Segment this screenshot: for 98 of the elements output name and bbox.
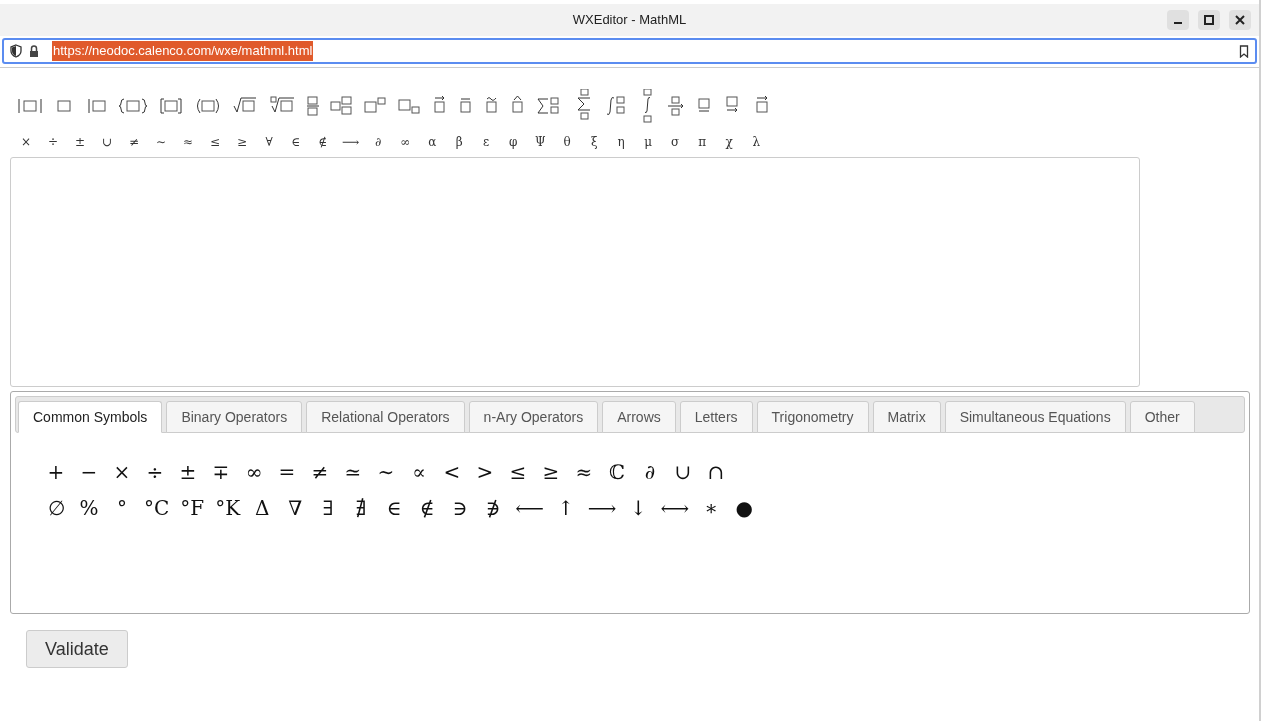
- shield-icon: [10, 44, 22, 58]
- symbol-button[interactable]: ∂: [370, 133, 387, 151]
- tab[interactable]: n-Ary Operators: [468, 401, 599, 433]
- symbol-button[interactable]: ×: [111, 458, 133, 486]
- symbol-button[interactable]: ∉: [416, 494, 439, 522]
- symbol-button[interactable]: ∼: [153, 133, 169, 151]
- symbol-button[interactable]: μ: [640, 133, 657, 151]
- braces-template-icon[interactable]: [118, 95, 148, 117]
- symbol-button[interactable]: ≤: [507, 458, 529, 486]
- address-bar[interactable]: https://neodoc.calenco.com/wxe/mathml.html: [2, 38, 1257, 64]
- symbol-button[interactable]: +: [45, 458, 67, 486]
- symbol-button[interactable]: >: [474, 458, 496, 486]
- symbol-button[interactable]: =: [276, 458, 298, 486]
- symbol-button[interactable]: ÷: [45, 133, 61, 151]
- symbol-button[interactable]: %: [78, 494, 100, 522]
- symbol-button[interactable]: ⟷: [660, 494, 690, 522]
- minimize-button[interactable]: [1167, 10, 1189, 30]
- close-icon: [1235, 15, 1245, 25]
- symbol-button[interactable]: ≈: [573, 458, 595, 486]
- symbol-button[interactable]: β: [451, 133, 468, 151]
- symbol-button[interactable]: α: [424, 133, 441, 151]
- symbol-button[interactable]: ≈: [180, 133, 196, 151]
- symbol-button[interactable]: ∇: [284, 494, 307, 522]
- symbol-button[interactable]: ≠: [126, 133, 142, 151]
- close-button[interactable]: [1229, 10, 1251, 30]
- symbol-button[interactable]: °: [111, 494, 133, 522]
- arrow-over-under-template-icon[interactable]: [666, 95, 686, 117]
- symbol-button[interactable]: ∗: [700, 494, 723, 522]
- symbol-button[interactable]: ∌: [482, 494, 505, 522]
- tab[interactable]: Common Symbols: [18, 401, 163, 433]
- symbol-button[interactable]: °C: [144, 494, 170, 522]
- symbol-button[interactable]: −: [78, 458, 100, 486]
- symbol-button[interactable]: ∈: [288, 133, 304, 151]
- symbol-button[interactable]: ⟶: [342, 133, 360, 151]
- maximize-icon: [1204, 15, 1214, 25]
- fraction-template-icon[interactable]: [306, 95, 320, 117]
- symbol-button[interactable]: ∉: [315, 133, 331, 151]
- symbol-button[interactable]: °K: [215, 494, 241, 522]
- symbol-button[interactable]: ε: [478, 133, 495, 151]
- symbol-button[interactable]: ∞: [243, 458, 265, 486]
- symbol-button[interactable]: χ: [721, 133, 738, 151]
- symbol-button[interactable]: ●: [733, 494, 756, 522]
- symbol-button[interactable]: ξ: [586, 133, 603, 151]
- symbol-button[interactable]: Δ: [251, 494, 274, 522]
- maximize-button[interactable]: [1198, 10, 1220, 30]
- symbol-button[interactable]: φ: [505, 133, 522, 151]
- symbol-button[interactable]: ↑: [554, 494, 577, 522]
- window-title: WXEditor - MathML: [572, 11, 687, 30]
- symbol-button[interactable]: ≠: [309, 458, 331, 486]
- minimize-icon: [1174, 22, 1182, 24]
- symbol-button[interactable]: °F: [180, 494, 205, 522]
- symbol-button[interactable]: ∝: [408, 458, 430, 486]
- tab[interactable]: Letters: [679, 401, 753, 433]
- symbol-button[interactable]: ∄: [350, 494, 373, 522]
- symbol-button[interactable]: ×: [18, 133, 34, 151]
- symbol-button[interactable]: ∞: [397, 133, 414, 151]
- symbol-button[interactable]: ±: [72, 133, 88, 151]
- symbol-button[interactable]: ≃: [342, 458, 364, 486]
- symbol-button[interactable]: λ: [748, 133, 765, 151]
- symbol-button[interactable]: Ψ: [532, 133, 549, 151]
- validate-button[interactable]: Validate: [26, 630, 128, 668]
- lock-icon: [28, 44, 40, 58]
- symbol-button[interactable]: ∋: [449, 494, 472, 522]
- symbol-button[interactable]: ≥: [234, 133, 250, 151]
- symbol-button[interactable]: ∅: [45, 494, 67, 522]
- symbol-button[interactable]: ℂ: [606, 458, 628, 486]
- symbol-button[interactable]: ⟶: [587, 494, 617, 522]
- tab[interactable]: Simultaneous Equations: [944, 401, 1126, 433]
- symbol-button[interactable]: ±: [177, 458, 199, 486]
- symbol-button[interactable]: σ: [667, 133, 684, 151]
- symbol-button[interactable]: ≤: [207, 133, 223, 151]
- symbol-button[interactable]: ∓: [210, 458, 232, 486]
- brackets-template-icon[interactable]: [158, 95, 184, 117]
- symbol-button[interactable]: ÷: [144, 458, 166, 486]
- symbol-button[interactable]: ∼: [375, 458, 397, 486]
- symbol-button[interactable]: ∪: [672, 458, 694, 486]
- symbol-button[interactable]: ⟵: [515, 494, 544, 522]
- bookmark-icon[interactable]: [1239, 44, 1249, 58]
- symbol-button[interactable]: π: [694, 133, 711, 151]
- symbol-button[interactable]: <: [441, 458, 463, 486]
- tab[interactable]: Relational Operators: [306, 401, 465, 433]
- symbol-button[interactable]: ≥: [540, 458, 562, 486]
- symbol-button[interactable]: ∪: [99, 133, 115, 151]
- symbol-button[interactable]: ∂: [639, 458, 661, 486]
- tab[interactable]: Arrows: [602, 401, 676, 433]
- url-text: https://neodoc.calenco.com/wxe/mathml.html: [52, 41, 314, 61]
- symbol-button[interactable]: ↓: [627, 494, 650, 522]
- symbol-button[interactable]: ∃: [317, 494, 340, 522]
- symbol-button[interactable]: ∀: [261, 133, 277, 151]
- symbol-button[interactable]: η: [613, 133, 630, 151]
- symbol-button[interactable]: ∈: [383, 494, 406, 522]
- tab[interactable]: Other: [1129, 401, 1195, 433]
- symbol-button[interactable]: ∩: [705, 458, 727, 486]
- symbol-button[interactable]: θ: [559, 133, 576, 151]
- tab[interactable]: Matrix: [872, 401, 941, 433]
- mixed-fraction-template-icon[interactable]: [330, 95, 354, 117]
- tab[interactable]: Trigonometry: [756, 401, 869, 433]
- tab[interactable]: Binary Operators: [166, 401, 303, 433]
